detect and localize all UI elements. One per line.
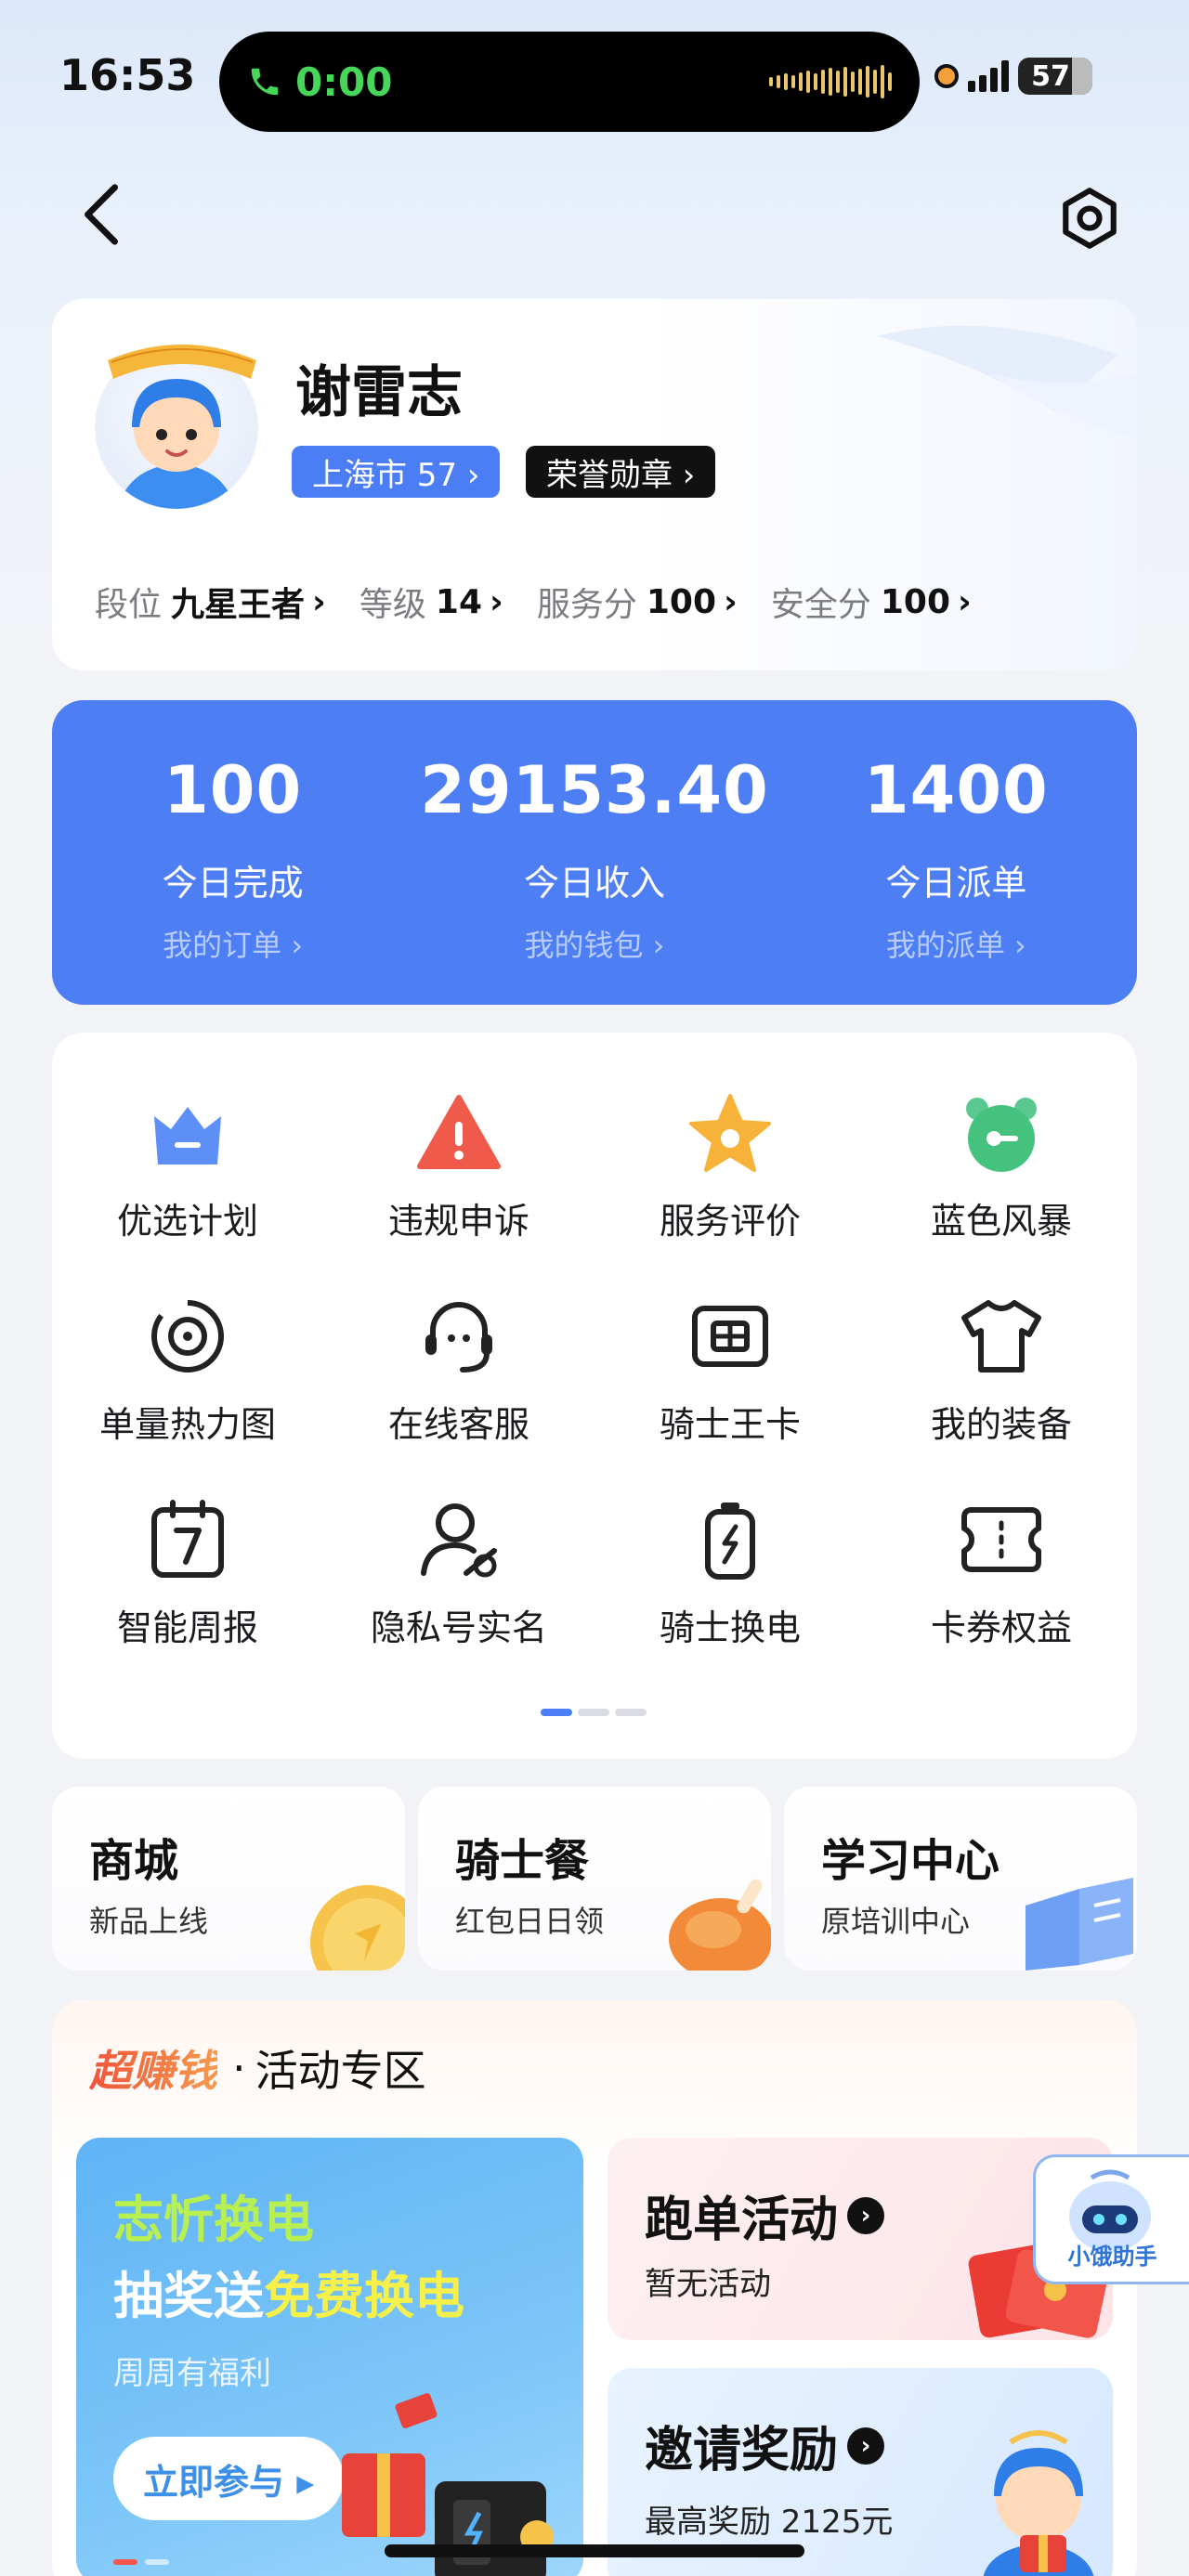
back-icon[interactable] [74,182,130,247]
my-orders-link[interactable]: 我的订单 › [163,922,303,965]
grid-item-weekly-report[interactable]: 智能周报 [52,1495,323,1650]
gift-battery-illustration [342,2393,554,2576]
sim-card-icon [692,1306,768,1367]
rider-meal-card[interactable]: 骑士餐 红包日日领 [418,1787,771,1971]
gold-coin-icon [310,1885,405,1971]
grid-item-online-service[interactable]: 在线客服 [323,1292,594,1447]
audio-wave-icon [769,65,892,98]
battery-swap-icon [705,1503,755,1580]
my-wallet-link[interactable]: 我的钱包 › [525,922,665,965]
recording-dot-icon [934,64,959,88]
today-income-label: 今日收入 [523,863,665,904]
stat-service-score[interactable]: 服务分 100 › [537,578,738,626]
chevron-right-icon: › [724,582,738,621]
book-icon [1026,1878,1133,1971]
settings-icon[interactable] [1057,186,1122,251]
decorative-ribbon [877,325,1137,438]
chicken-leg-icon [669,1879,771,1971]
stat-level[interactable]: 等级 14 › [359,578,503,626]
profile-card: 谢雷志 上海市 57 › 荣誉勋章 › 段位 九星王者 › 等级 14 › 服务分 100… [52,299,1137,670]
grid-item-service-rating[interactable]: 服务评价 [594,1088,866,1243]
user-name: 谢雷志 [295,360,463,425]
status-time: 16:53 [59,50,196,100]
grid-item-battery-swap[interactable]: 骑士换电 [594,1495,866,1650]
activity-header: 超赚钱 · 活动专区 [89,2037,426,2099]
activity-title: 活动专区 [255,2046,426,2096]
stat-rank[interactable]: 段位 九星王者 › [95,578,326,626]
today-completed[interactable]: 100 今日完成 我的订单 › [52,700,413,1005]
today-income[interactable]: 29153.40 今日收入 我的钱包 › [413,700,775,1005]
phone-icon [251,68,279,96]
battery-level: 57 [1031,59,1070,93]
coupon-icon [961,1507,1041,1572]
honor-medal-tag[interactable]: 荣誉勋章 › [526,446,716,498]
calendar-icon [151,1500,224,1578]
function-grid-card: 优选计划 违规申诉 服务评价 蓝色风暴 单量热力图 在线客服 骑士王卡 我的装备… [52,1033,1137,1759]
stats-row: 段位 九星王者 › 等级 14 › 服务分 100 › 安全分 100 › [95,578,1005,626]
my-dispatch-link[interactable]: 我的派单 › [886,922,1026,965]
city-tag[interactable]: 上海市 57 › [292,446,501,498]
warning-icon [417,1095,501,1169]
chevron-right-icon: › [312,582,326,621]
activity-zone: 超赚钱 · 活动专区 志忻换电 抽奖送免费换电 周周有福利 立即参与 ▸ 跑单活… [52,2000,1137,2576]
battery-swap-promo-banner[interactable]: 志忻换电 抽奖送免费换电 周周有福利 立即参与 ▸ [76,2138,583,2576]
chevron-right-icon: › [490,582,503,621]
grid-item-rider-card[interactable]: 骑士王卡 [594,1292,866,1447]
today-completed-value: 100 [163,752,303,828]
mall-card[interactable]: 商城 新品上线 [52,1787,405,1971]
today-dispatch-label: 今日派单 [885,863,1027,904]
learning-center-card[interactable]: 学习中心 原培训中心 [784,1787,1137,1971]
today-income-value: 29153.40 [420,752,769,828]
battery-icon: 57 [1018,58,1092,95]
promo-page-indicator [113,2559,169,2565]
status-icons: 57 [934,58,1092,95]
grid-item-heatmap[interactable]: 单量热力图 [52,1292,323,1447]
arrow-right-circle-icon: › [847,2196,885,2234]
grid-item-blue-storm[interactable]: 蓝色风暴 [866,1088,1137,1243]
today-summary-card: 100 今日完成 我的订单 › 29153.40 今日收入 我的钱包 › 140… [52,700,1137,1005]
activity-hot-label: 超赚钱 [89,2037,217,2099]
stat-safety-score[interactable]: 安全分 100 › [771,578,972,626]
call-timer: 0:00 [295,59,393,105]
grid-item-coupons[interactable]: 卡券权益 [866,1495,1137,1650]
grid-item-violation-appeal[interactable]: 违规申诉 [323,1088,594,1243]
grid-item-privacy-realname[interactable]: 隐私号实名 [323,1495,594,1650]
arrow-right-circle-icon: › [847,2426,885,2465]
crown-icon [154,1107,221,1164]
badge-ribbon-icon [108,345,256,379]
grid-item-preferred-plan[interactable]: 优选计划 [52,1088,323,1243]
home-indicator[interactable] [385,2544,804,2557]
grid-page-indicator [541,1709,647,1716]
dynamic-island[interactable]: 0:00 [219,32,920,132]
heatmap-icon [151,1299,224,1373]
today-completed-label: 今日完成 [162,863,304,904]
user-edit-icon [421,1503,497,1578]
signal-icon [968,60,1009,92]
tshirt-icon [961,1300,1041,1373]
clock-icon [966,1098,1037,1172]
today-dispatch-value: 1400 [863,752,1049,828]
function-grid: 优选计划 违规申诉 服务评价 蓝色风暴 单量热力图 在线客服 骑士王卡 我的装备… [52,1088,1137,1650]
today-dispatch[interactable]: 1400 今日派单 我的派单 › [776,700,1137,1005]
chevron-right-icon: › [958,582,972,621]
mascot-gift-icon [983,2430,1094,2576]
headset-icon [425,1302,492,1373]
star-icon [689,1094,771,1172]
grid-item-my-gear[interactable]: 我的装备 [866,1292,1137,1447]
assistant-float-button[interactable]: 小饿助手 [1033,2154,1189,2284]
